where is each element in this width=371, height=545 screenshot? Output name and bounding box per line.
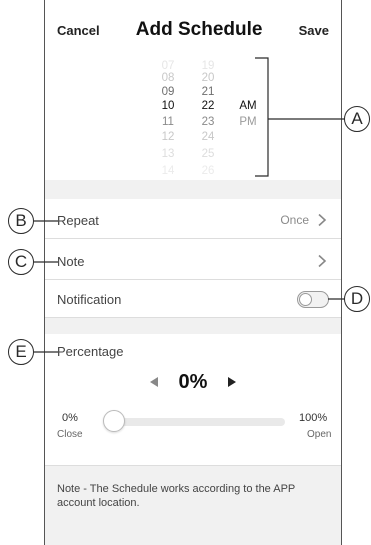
minute-wheel[interactable]: 19 20 21 22 23 24 25 26 [188,60,228,180]
slider-min-sublabel: Close [57,429,83,440]
section-divider [45,180,341,199]
hour-option[interactable]: 09 [148,85,188,99]
cancel-button[interactable]: Cancel [57,23,100,38]
increase-arrow-icon[interactable] [227,376,237,388]
header: Cancel Add Schedule Save [45,0,341,60]
percentage-section: Percentage 0% 0% Close 100% Open [45,334,341,466]
percentage-slider-track[interactable] [113,418,285,426]
minute-option[interactable]: 21 [188,85,228,99]
hour-option-selected[interactable]: 10 [148,99,188,113]
hour-option[interactable]: 12 [148,130,188,144]
hour-option[interactable]: 08 [148,71,188,85]
minute-option[interactable]: 25 [188,147,228,161]
chevron-right-icon [318,213,327,227]
repeat-label: Repeat [57,212,99,228]
section-divider [45,318,341,334]
page-title: Add Schedule [135,19,263,40]
callout-e: E [8,339,34,365]
minute-option[interactable]: 26 [188,164,228,178]
notification-row: Notification [45,281,341,318]
schedule-screen: Cancel Add Schedule Save 07 08 09 10 11 … [44,0,342,545]
save-button[interactable]: Save [299,23,329,38]
notification-label: Notification [57,291,122,307]
callout-b: B [8,208,34,234]
period-option[interactable]: PM [228,115,268,129]
decrease-arrow-icon[interactable] [149,376,159,388]
slider-max-sublabel: Open [307,429,332,440]
percentage-slider-thumb[interactable] [103,410,125,432]
callout-c: C [8,249,34,275]
minute-option[interactable]: 23 [188,115,228,129]
footer-note-area: Note - The Schedule works according to t… [45,466,341,545]
percentage-title: Percentage [57,344,124,359]
callout-a: A [344,106,370,132]
repeat-value: Once [280,213,309,227]
minute-option[interactable]: 24 [188,130,228,144]
toggle-knob [299,292,312,306]
hour-option[interactable]: 14 [148,164,188,178]
percentage-value: 0% [178,370,208,393]
chevron-right-icon [318,254,327,268]
minute-option-selected[interactable]: 22 [188,99,228,113]
notification-toggle[interactable] [297,290,329,308]
time-picker[interactable]: 07 08 09 10 11 12 13 14 19 20 21 22 23 2… [45,60,341,180]
hour-wheel[interactable]: 07 08 09 10 11 12 13 14 [148,60,188,180]
hour-option[interactable]: 11 [148,115,188,129]
percentage-stepper: 0% [45,369,341,395]
hour-option[interactable]: 13 [148,147,188,161]
period-wheel[interactable]: AM PM [228,60,268,180]
footer-note: Note - The Schedule works according to t… [57,483,296,509]
callout-d: D [344,286,370,312]
note-label: Note [57,253,85,269]
note-row[interactable]: Note [45,243,341,280]
slider-max-label: 100% [299,412,328,424]
repeat-row[interactable]: Repeat Once [45,202,341,239]
slider-min-label: 0% [62,412,78,424]
period-option-selected[interactable]: AM [228,99,268,113]
minute-option[interactable]: 20 [188,71,228,85]
